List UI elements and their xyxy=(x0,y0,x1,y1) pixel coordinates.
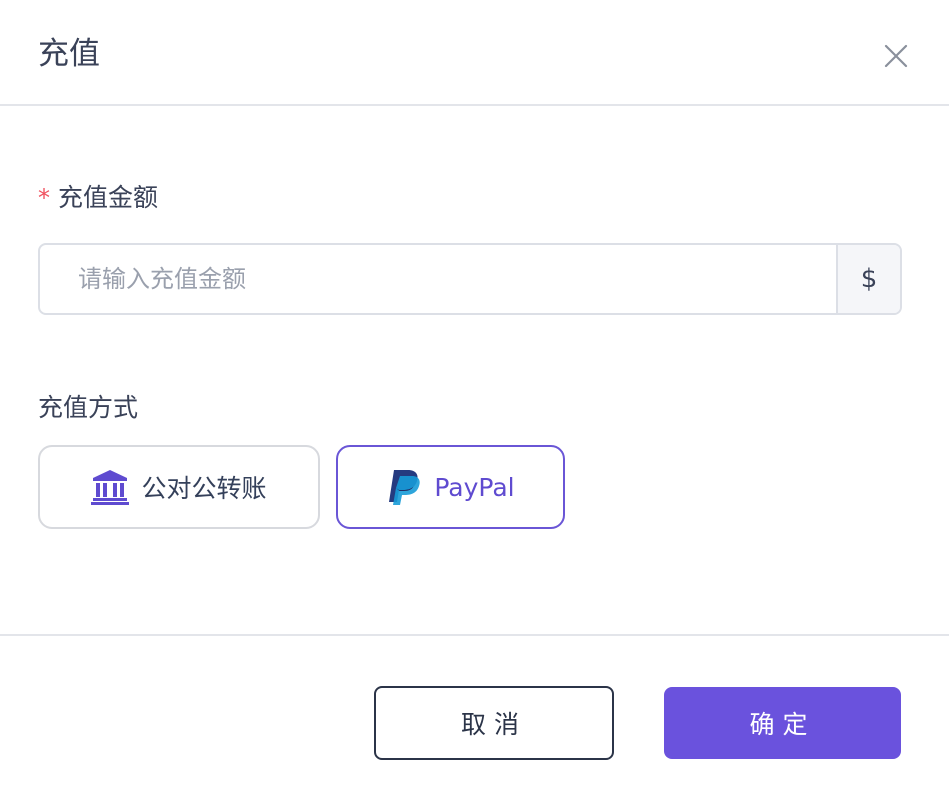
confirm-button[interactable]: 确定 xyxy=(664,687,901,759)
paypal-icon xyxy=(386,468,422,506)
cancel-button[interactable]: 取消 xyxy=(374,686,614,760)
method-option-label: 公对公转账 xyxy=(141,474,267,503)
amount-input[interactable] xyxy=(40,245,836,313)
recharge-dialog: 充值 * 充值金额 $ 充值方式 xyxy=(0,0,949,801)
dialog-title: 充值 xyxy=(38,36,100,72)
footer-divider xyxy=(0,634,949,636)
dialog-header: 充值 xyxy=(0,0,949,106)
close-button[interactable] xyxy=(878,38,914,74)
bank-icon xyxy=(91,469,130,505)
method-label: 充值方式 xyxy=(38,393,139,422)
amount-label: * 充值金额 xyxy=(38,180,158,216)
amount-label-text: 充值金额 xyxy=(58,183,159,212)
required-mark: * xyxy=(38,184,50,212)
close-icon xyxy=(883,43,909,69)
method-option-paypal[interactable]: PayPal xyxy=(336,445,565,529)
method-option-label: PayPal xyxy=(434,472,515,502)
amount-field: $ xyxy=(38,243,902,315)
dialog-body: * 充值金额 $ 充值方式 公对公转账 xyxy=(0,106,949,634)
method-option-bank-transfer[interactable]: 公对公转账 xyxy=(38,445,320,529)
currency-addon: $ xyxy=(836,245,900,313)
